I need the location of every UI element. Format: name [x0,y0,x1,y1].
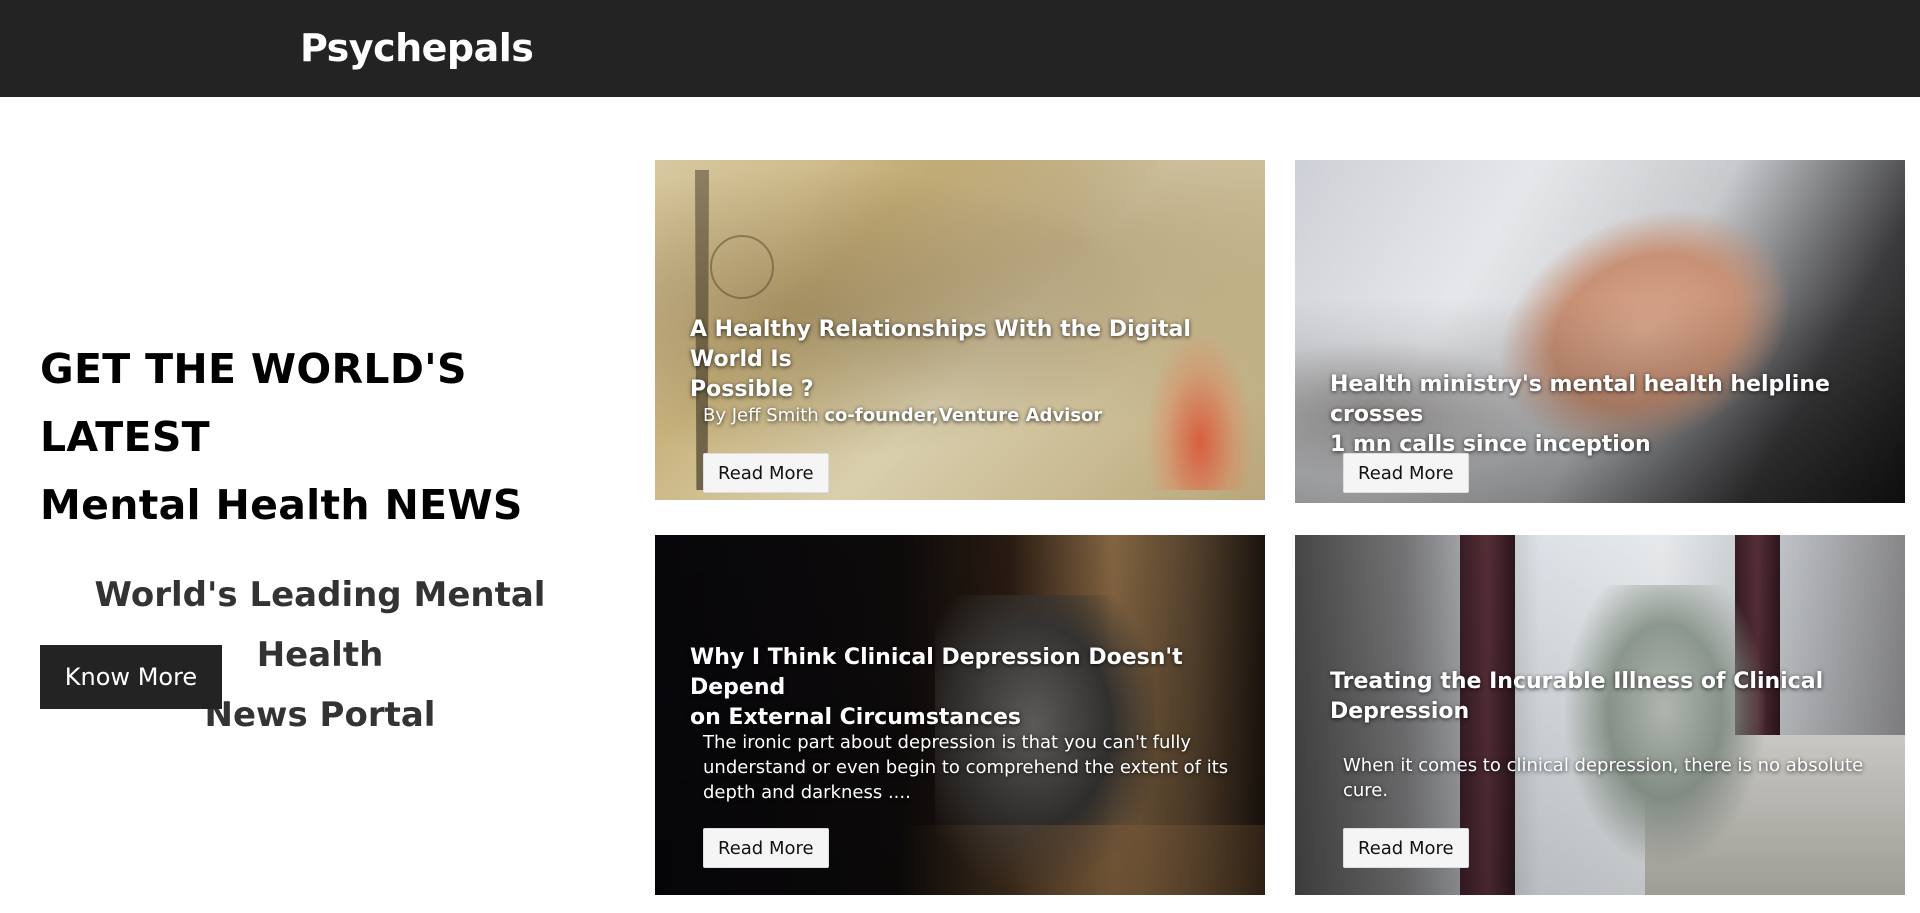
card-title-line-2: Possible ? [690,377,814,402]
brand-logo-link[interactable]: Psychepals [300,26,534,70]
author-name: By Jeff Smith [703,405,819,426]
author-role: co-founder,Venture Advisor [824,405,1103,426]
card-title[interactable]: Why I Think Clinical Depression Doesn't … [690,643,1265,733]
card-title[interactable]: Health ministry's mental health helpline… [1330,370,1905,460]
card-title-line-1: Why I Think Clinical Depression Doesn't … [690,645,1183,700]
top-navbar: Psychepals [0,0,1920,97]
card-excerpt-line-2: cure. [1343,780,1389,801]
card-excerpt: When it comes to clinical depression, th… [1343,753,1863,803]
hero-title: GET THE WORLD'S LATEST Mental Health NEW… [40,335,600,539]
card-title[interactable]: Treating the Incurable Illness of Clinic… [1330,667,1823,727]
card-excerpt: The ironic part about depression is that… [703,730,1228,805]
news-card-digital-world: A Healthy Relationships With the Digital… [655,160,1265,500]
card-title-line-1: Treating the Incurable Illness of Clinic… [1330,669,1824,694]
card-title-line-1: A Healthy Relationships With the Digital… [690,317,1191,372]
hero-title-line-1: GET THE WORLD'S LATEST [40,345,467,461]
hero-title-line-2: Mental Health NEWS [40,481,523,529]
card-excerpt-line-3: depth and darkness .... [703,782,911,803]
card-excerpt-line-1: The ironic part about depression is that… [703,732,1192,753]
hero-section: GET THE WORLD'S LATEST Mental Health NEW… [40,335,600,745]
read-more-button[interactable]: Read More [1343,453,1469,493]
card-title-line-1: Health ministry's mental health helpline… [1330,372,1830,427]
read-more-button[interactable]: Read More [703,453,829,493]
card-title-line-2: Depression [1330,699,1470,724]
card-title-line-2: on External Circumstances [690,705,1021,730]
card-title[interactable]: A Healthy Relationships With the Digital… [690,315,1265,405]
hero-subtitle-line-2: News Portal [204,695,436,735]
card-author: By Jeff Smith co-founder,Venture Advisor [703,405,1102,426]
read-more-button[interactable]: Read More [1343,828,1469,868]
read-more-button[interactable]: Read More [703,828,829,868]
halo-illustration [710,235,774,299]
news-card-clinical-depression: Why I Think Clinical Depression Doesn't … [655,535,1265,895]
card-excerpt-line-1: When it comes to clinical depression, th… [1343,755,1864,776]
news-card-incurable-illness: Treating the Incurable Illness of Clinic… [1295,535,1905,895]
card-excerpt-line-2: understand or even begin to comprehend t… [703,757,1229,778]
know-more-button[interactable]: Know More [40,645,222,709]
news-card-helpline: Health ministry's mental health helpline… [1295,160,1905,503]
